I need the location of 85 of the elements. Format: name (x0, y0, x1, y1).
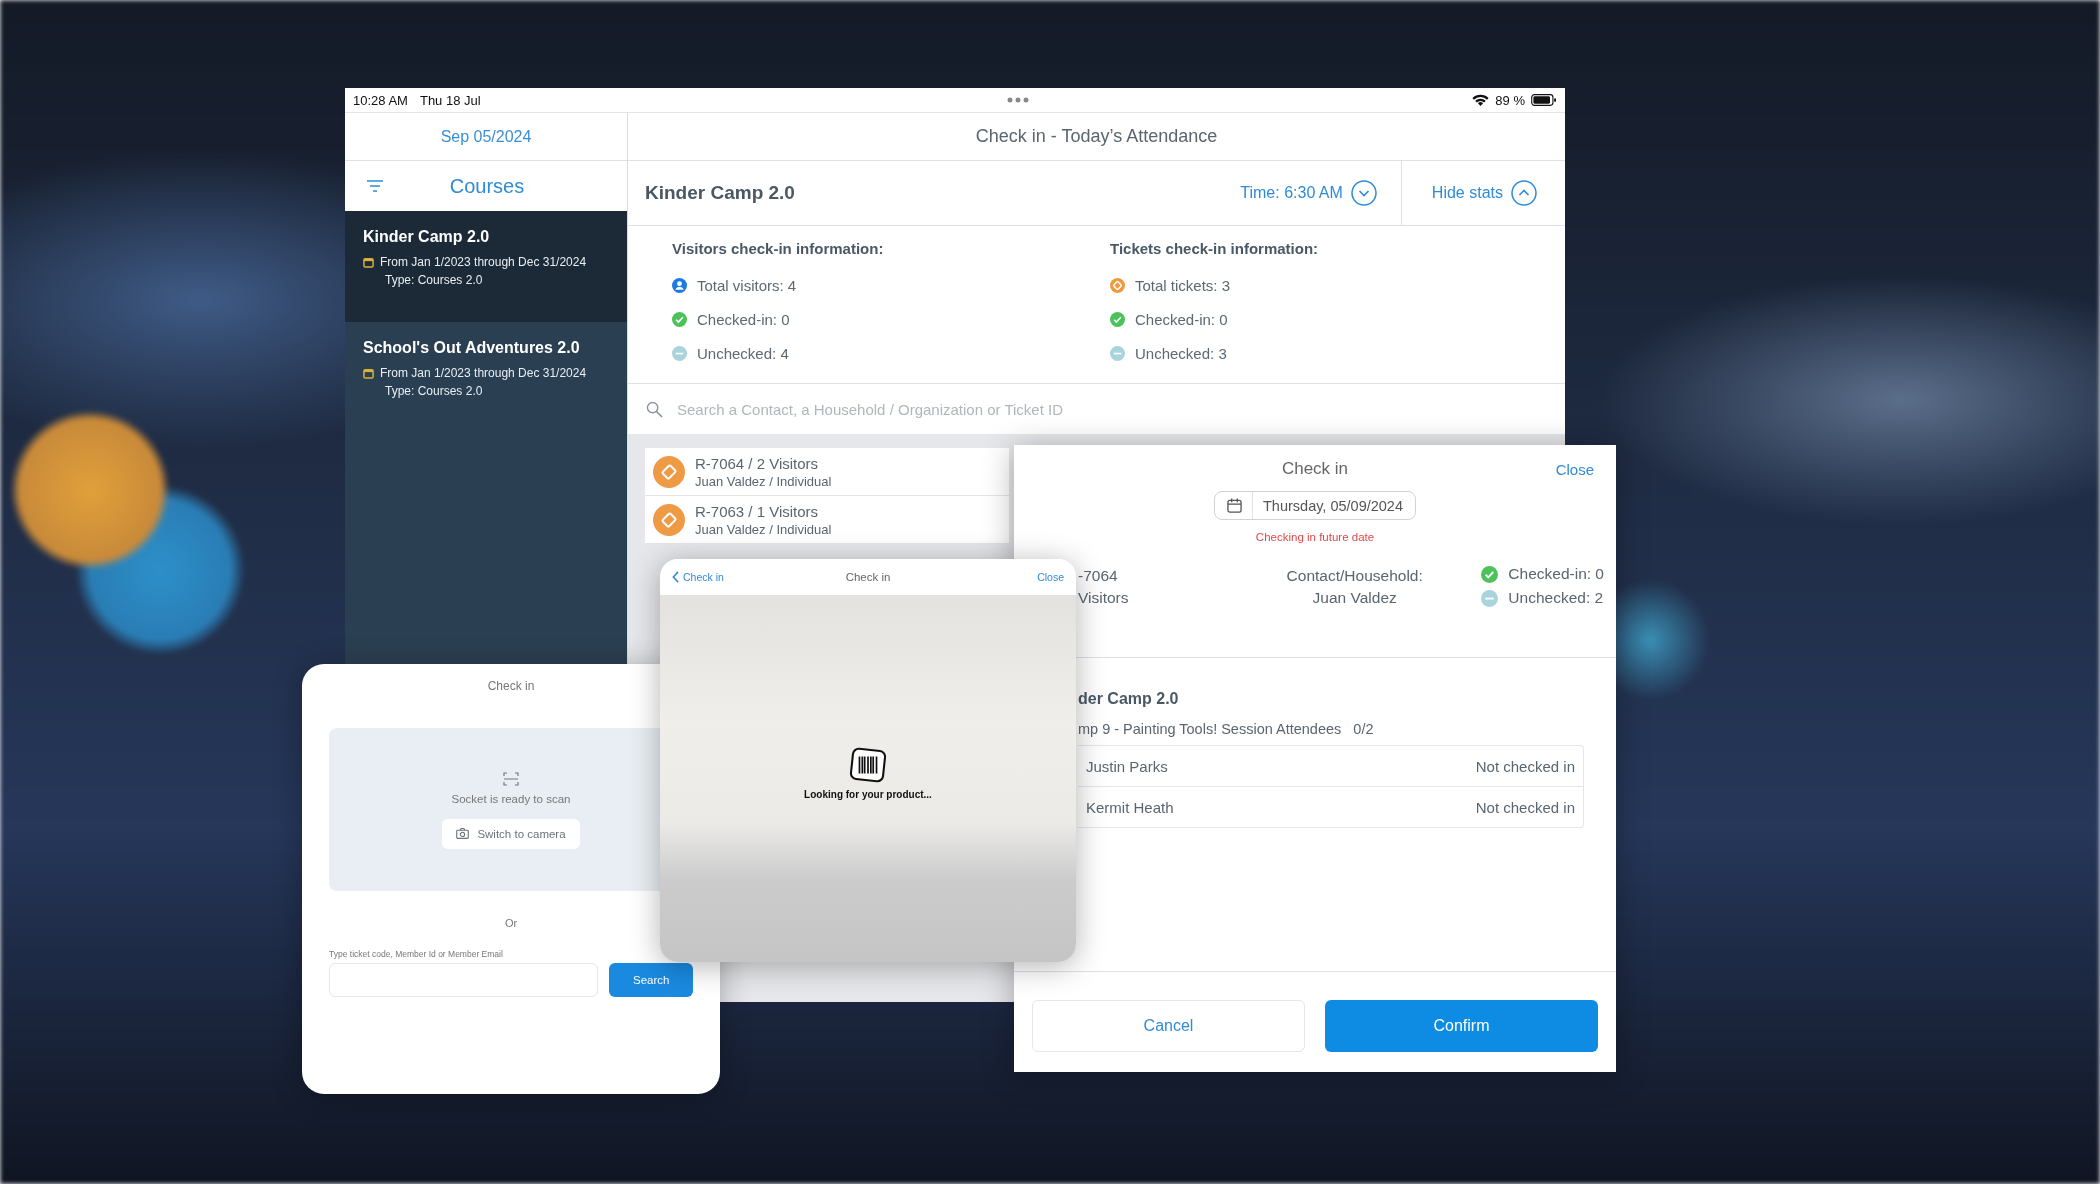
course-list-item[interactable]: Kinder Camp 2.0 From Jan 1/2023 through Dec 31/2024 Type: Courses 2.0 (345, 211, 627, 322)
ticket-subtitle: Juan Valdez / Individual (695, 473, 832, 489)
stat-text: Total tickets: 3 (1135, 276, 1231, 294)
back-link[interactable]: Check in (672, 571, 724, 583)
stat-text: Unchecked: 4 (697, 344, 789, 362)
stat-text: Checked-in: 0 (697, 310, 790, 328)
scan-status: Socket is ready to scan (451, 792, 571, 805)
ticket-row[interactable]: R-7064 / 2 Visitors Juan Valdez / Individual (645, 448, 1009, 496)
ticket-row[interactable]: R-7063 / 1 Visitors Juan Valdez / Individual (645, 496, 1009, 544)
field-label: Type ticket code, Member Id or Member Email (329, 949, 504, 959)
close-link[interactable]: Close (1555, 460, 1594, 478)
session-title: mp 9 - Painting Tools! Session Attendees (1078, 721, 1342, 737)
hide-stats-button[interactable]: Hide stats (1401, 161, 1565, 225)
barcode-icon (849, 747, 887, 783)
switch-camera-button[interactable]: Switch to camera (442, 818, 580, 849)
filter-icon (367, 180, 383, 192)
attendee-status: Not checked in (1475, 757, 1575, 775)
ticket-info: Visitors (1078, 588, 1130, 608)
course-dates: From Jan 1/2023 through Dec 31/2024 (380, 366, 587, 380)
minus-icon (1481, 589, 1499, 607)
time-dropdown[interactable]: Time: 6:30 AM (1222, 161, 1395, 225)
course-title: der Camp 2.0 (1078, 690, 1180, 708)
course-name: Kinder Camp 2.0 (363, 228, 491, 246)
calendar-icon (363, 367, 374, 379)
check-icon (672, 311, 687, 327)
stat-text: Checked-in: 0 (1508, 565, 1604, 583)
minus-icon (1110, 345, 1125, 361)
date-link[interactable]: Sep 05/2024 (440, 127, 532, 146)
sidebar-title: Courses (448, 174, 526, 198)
ticket-subtitle: Juan Valdez / Individual (695, 521, 832, 537)
chevron-down-icon (1350, 180, 1377, 206)
stat-text: Checked-in: 0 (1135, 310, 1228, 328)
chevron-up-icon (1511, 180, 1537, 206)
stats-heading: Visitors check-in information: (672, 240, 885, 257)
check-icon (1481, 565, 1499, 583)
status-date: Thu 18 Jul (419, 92, 481, 108)
course-title: Kinder Camp 2.0 (645, 182, 795, 203)
person-icon (672, 277, 687, 293)
search-field[interactable]: Search a Contact, a Household / Organization or Ticket ID (675, 399, 1547, 419)
course-type: Type: Courses 2.0 (385, 384, 483, 398)
contact-name: Juan Valdez (1311, 588, 1398, 608)
attendee-name: Kermit Heath (1086, 798, 1174, 816)
card-title: Check in (487, 679, 535, 693)
course-dates: From Jan 1/2023 through Dec 31/2024 (380, 255, 587, 269)
ticket-code-field[interactable] (329, 963, 599, 997)
search-button[interactable]: Search (609, 963, 693, 997)
stat-text: Total visitors: 4 (697, 276, 797, 294)
calendar-icon (363, 256, 374, 268)
warning-text: Checking in future date (1255, 531, 1375, 543)
course-name: School's Out Adventures 2.0 (363, 339, 581, 357)
status-time: 10:28 AM (353, 92, 408, 108)
close-link[interactable]: Close (1037, 571, 1064, 583)
search-icon (646, 400, 663, 418)
ticket-title: R-7063 / 1 Visitors (695, 502, 820, 520)
ticket-icon (653, 503, 685, 536)
date-picker[interactable]: Thursday, 05/09/2024 (1214, 491, 1416, 520)
scanning-message: Looking for your product... (804, 789, 932, 800)
ticket-title: R-7064 / 2 Visitors (695, 454, 820, 472)
page-title: Check in - Today’s Attendance (975, 126, 1218, 147)
ticket-icon (1110, 277, 1125, 293)
attendee-status: Not checked in (1475, 798, 1575, 816)
course-type: Type: Courses 2.0 (385, 273, 483, 287)
chevron-left-icon (672, 571, 679, 583)
cancel-button[interactable]: Cancel (1032, 1000, 1305, 1052)
confirm-button[interactable]: Confirm (1325, 1000, 1598, 1052)
camera-icon (456, 828, 470, 839)
battery-icon (1531, 94, 1557, 106)
check-icon (1110, 311, 1125, 327)
or-divider-text: Or (504, 917, 518, 929)
battery-percent: 89 % (1495, 92, 1525, 108)
minus-icon (672, 345, 687, 361)
ticket-info: -7064 (1078, 566, 1119, 586)
attendee-name: Justin Parks (1086, 757, 1168, 775)
stat-text: Unchecked: 3 (1135, 344, 1227, 362)
contact-label: Contact/Household: (1285, 566, 1424, 586)
stats-heading: Tickets check-in information: (1110, 240, 1320, 257)
session-count: 0/2 (1353, 721, 1374, 737)
panel-title: Check in (1281, 459, 1349, 479)
ticket-icon (653, 455, 685, 488)
stat-text: Unchecked: 2 (1508, 589, 1604, 607)
scan-frame-icon (503, 770, 519, 787)
calendar-icon (1227, 498, 1242, 513)
modal-title: Check in (845, 571, 891, 583)
more-dots-icon (1006, 97, 1031, 103)
wifi-icon (1472, 93, 1490, 107)
